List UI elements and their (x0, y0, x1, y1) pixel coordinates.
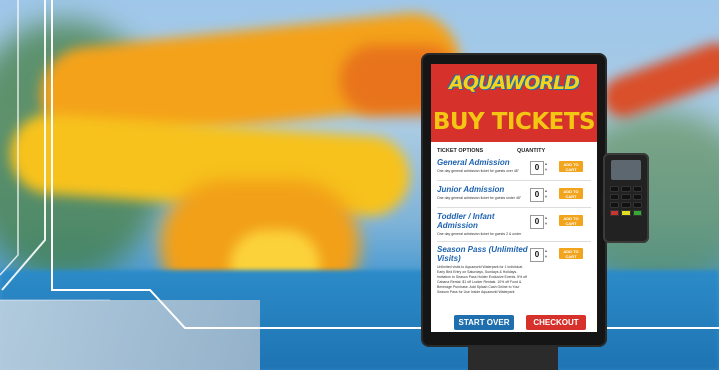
card-reader-keypad (610, 186, 642, 216)
kiosk-stand (468, 343, 558, 370)
add-to-cart-button[interactable]: ADD TO CART (559, 248, 583, 259)
row-divider (437, 180, 591, 181)
keypad-key[interactable] (632, 186, 642, 192)
ticket-description: One day general admission ticket for gue… (437, 232, 522, 236)
keypad-key[interactable] (632, 194, 642, 200)
ticket-kiosk: AQUAWORLD BUY TICKETS TICKET OPTIONS QUA… (423, 55, 605, 345)
ticket-description: One day general admission ticket for gue… (437, 196, 522, 200)
quantity-stepper[interactable]: ▲ ▼ (544, 248, 548, 260)
quantity-header: QUANTITY (517, 148, 546, 154)
checkout-button[interactable]: CHECKOUT (526, 315, 586, 330)
clear-key[interactable] (621, 210, 631, 216)
quantity-field[interactable]: 0 (530, 215, 544, 229)
aquaworld-logo: AQUAWORLD (449, 70, 580, 104)
ticket-description: One day general admission ticket for gue… (437, 169, 519, 173)
keypad-key[interactable] (610, 186, 620, 192)
quantity-stepper[interactable]: ▲ ▼ (544, 188, 548, 200)
card-reader-screen (611, 160, 641, 180)
add-to-cart-button[interactable]: ADD TO CART (559, 188, 583, 199)
quantity-field[interactable]: 0 (530, 161, 544, 175)
enter-key[interactable] (632, 210, 642, 216)
ticket-title: General Admission (437, 158, 510, 167)
ticket-description: Unlimited visits to Aquaworld Waterpark … (437, 265, 528, 294)
keypad-key[interactable] (621, 202, 631, 208)
ticket-title: Junior Admission (437, 185, 505, 194)
keypad-key[interactable] (610, 202, 620, 208)
add-to-cart-button[interactable]: ADD TO CART (559, 161, 583, 172)
logo-text: AQUAWORLD (449, 72, 580, 94)
ticket-options-header: TICKET OPTIONS (437, 148, 484, 154)
card-reader (603, 153, 649, 243)
quantity-stepper[interactable]: ▲ ▼ (544, 215, 548, 227)
ticket-title: Toddler / Infant Admission (437, 212, 495, 230)
row-divider (437, 207, 591, 208)
keypad-key[interactable] (621, 194, 631, 200)
keypad-key[interactable] (632, 202, 642, 208)
row-divider (437, 241, 591, 242)
quantity-field[interactable]: 0 (530, 248, 544, 262)
quantity-stepper[interactable]: ▲ ▼ (544, 161, 548, 173)
kiosk-screen: AQUAWORLD BUY TICKETS TICKET OPTIONS QUA… (431, 64, 597, 332)
cancel-key[interactable] (610, 210, 620, 216)
page-title: BUY TICKETS (432, 109, 596, 135)
keypad-key[interactable] (610, 194, 620, 200)
keypad-key[interactable] (621, 186, 631, 192)
header-banner: AQUAWORLD BUY TICKETS (431, 64, 597, 142)
start-over-button[interactable]: START OVER (454, 315, 514, 330)
ticket-title: Season Pass (Unlimited Visits) (437, 245, 528, 263)
add-to-cart-button[interactable]: ADD TO CART (559, 215, 583, 226)
quantity-field[interactable]: 0 (530, 188, 544, 202)
